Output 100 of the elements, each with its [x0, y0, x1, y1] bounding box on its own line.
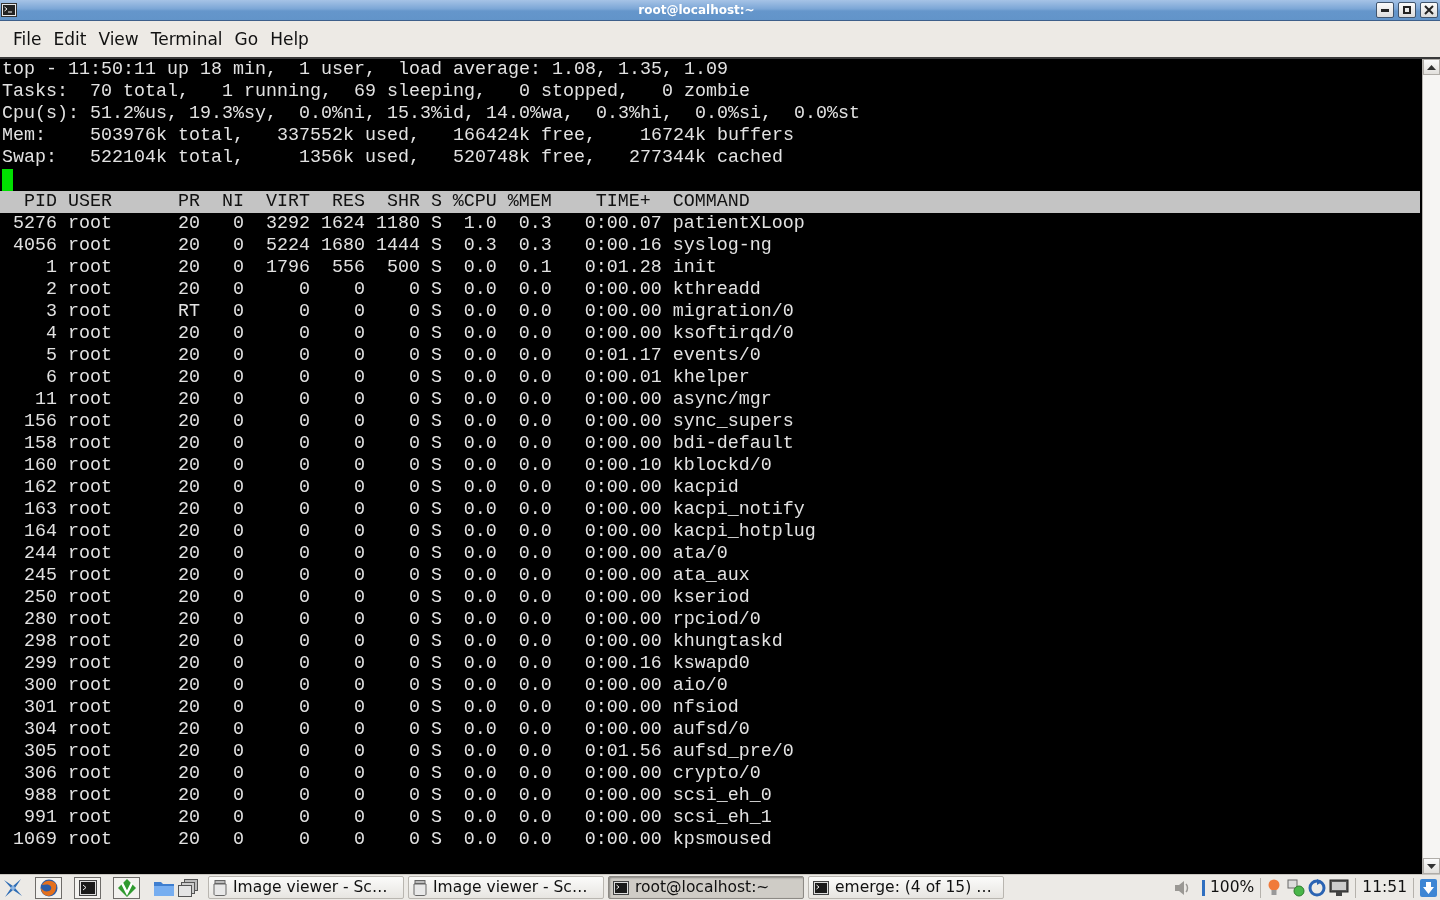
status-line: Tasks: 70 total, 1 running, 69 sleeping, 0 stopped, 0 zombie: [2, 81, 750, 102]
table-cell: init: [672, 257, 717, 278]
table-cell: S: [430, 521, 442, 542]
table-cell: 20: [177, 367, 200, 388]
scroll-up-button[interactable]: [1423, 59, 1440, 75]
table-cell: 0: [232, 631, 244, 652]
table-cell: 0: [298, 345, 310, 366]
table-cell: 0: [353, 587, 365, 608]
table-cell: 0:00.00: [584, 477, 662, 498]
table-cell: 0: [232, 565, 244, 586]
table-cell: 0: [353, 763, 365, 784]
up-arrow-icon: [1427, 64, 1436, 70]
table-cell: 158: [24, 433, 57, 454]
jar-icon: [213, 879, 227, 896]
table-cell: 0.0: [518, 829, 552, 850]
minimize-button[interactable]: [1376, 2, 1394, 18]
download-arrow-icon: [1420, 878, 1437, 897]
table-cell: 0.0: [463, 587, 497, 608]
table-cell: 0: [353, 829, 365, 850]
table-cell: 20: [177, 631, 200, 652]
table-cell: 20: [177, 675, 200, 696]
table-cell: 0.3: [518, 213, 552, 234]
maximize-icon: [1403, 6, 1411, 14]
scrollbar[interactable]: [1422, 59, 1440, 874]
table-cell: 20: [177, 345, 200, 366]
table-cell: 0.0: [463, 367, 497, 388]
table-cell: 20: [177, 433, 200, 454]
table-cell: 20: [177, 719, 200, 740]
table-cell: S: [430, 279, 442, 300]
status-line: Swap: 522104k total, 1356k used, 520748k free, 277344k cached: [2, 147, 783, 168]
menu-button[interactable]: [3, 877, 23, 898]
table-cell: S: [430, 411, 442, 432]
table-cell: aufsd/0: [672, 719, 750, 740]
table-cell: 0: [298, 587, 310, 608]
maximize-button[interactable]: [1398, 2, 1416, 18]
table-cell: 0.0: [518, 389, 552, 410]
table-cell: 0: [408, 389, 420, 410]
table-cell: 0: [408, 301, 420, 322]
table-cell: 0: [232, 521, 244, 542]
taskbar-button[interactable]: Image viewer - Sc…: [208, 876, 404, 899]
table-cell: 0: [232, 323, 244, 344]
table-cell: 1680: [320, 235, 365, 256]
table-cell: 0.0: [463, 807, 497, 828]
table-cell: root: [67, 455, 112, 476]
table-cell: S: [430, 609, 442, 630]
folder-icon: [154, 879, 174, 896]
table-cell: migration/0: [672, 301, 794, 322]
table-cell: 0:00.00: [584, 499, 662, 520]
table-cell: 988: [24, 785, 57, 806]
status-line: Cpu(s): 51.2%us, 19.3%sy, 0.0%ni, 15.3%id, 14.0%wa, 0.3%hi, 0.0%si, 0.0%st: [2, 103, 860, 124]
table-cell: 0: [298, 389, 310, 410]
battery-bar-icon: [1202, 879, 1205, 896]
table-cell: 0.0: [518, 301, 552, 322]
table-cell: 0:00.00: [584, 411, 662, 432]
quick-launch-button[interactable]: [178, 878, 198, 897]
table-cell: rpciod/0: [672, 609, 761, 630]
down-arrow-icon: [1427, 863, 1436, 869]
table-cell: 0.0: [463, 653, 497, 674]
stacked-windows-icon: [178, 878, 198, 897]
monitor-icon: [1329, 878, 1350, 897]
table-cell: 20: [177, 807, 200, 828]
table-cell: 0: [232, 543, 244, 564]
table-cell: root: [67, 499, 112, 520]
table-cell: 0: [353, 741, 365, 762]
table-cell: 20: [177, 323, 200, 344]
table-cell: 163: [24, 499, 57, 520]
table-cell: 0: [298, 829, 310, 850]
table-cell: 0: [232, 235, 244, 256]
table-cell: 20: [177, 653, 200, 674]
quick-launch-button[interactable]: [74, 876, 101, 899]
table-cell: 0: [408, 367, 420, 388]
table-cell: 0: [298, 609, 310, 630]
table-cell: 0: [232, 499, 244, 520]
table-cell: 20: [177, 785, 200, 806]
table-cell: 0.0: [518, 433, 552, 454]
table-cell: 0:00.00: [584, 829, 662, 850]
table-cell: 299: [24, 653, 57, 674]
column-header: SHR: [386, 191, 420, 212]
taskbar-button[interactable]: root@localhost:~: [608, 876, 804, 899]
taskbar-button[interactable]: emerge: (4 of 15) …: [808, 876, 1004, 899]
table-cell: 0:00.00: [584, 763, 662, 784]
close-button[interactable]: [1420, 2, 1438, 18]
scroll-down-button[interactable]: [1423, 858, 1440, 874]
table-cell: 0.0: [518, 807, 552, 828]
table-cell: 0: [408, 455, 420, 476]
table-cell: 20: [177, 499, 200, 520]
table-cell: 0: [232, 389, 244, 410]
table-cell: 0.0: [463, 521, 497, 542]
table-cell: 0: [408, 587, 420, 608]
table-cell: 1180: [375, 213, 420, 234]
table-cell: 0.0: [463, 477, 497, 498]
taskbar-button[interactable]: Image viewer - Sc…: [408, 876, 604, 899]
circular-arrows-icon: [1308, 878, 1327, 897]
table-cell: 0: [408, 521, 420, 542]
table-cell: S: [430, 829, 442, 850]
table-cell: ata_aux: [672, 565, 750, 586]
table-cell: patientXLoop: [672, 213, 805, 234]
table-cell: 0: [408, 653, 420, 674]
table-cell: 20: [177, 389, 200, 410]
table-cell: root: [67, 257, 112, 278]
